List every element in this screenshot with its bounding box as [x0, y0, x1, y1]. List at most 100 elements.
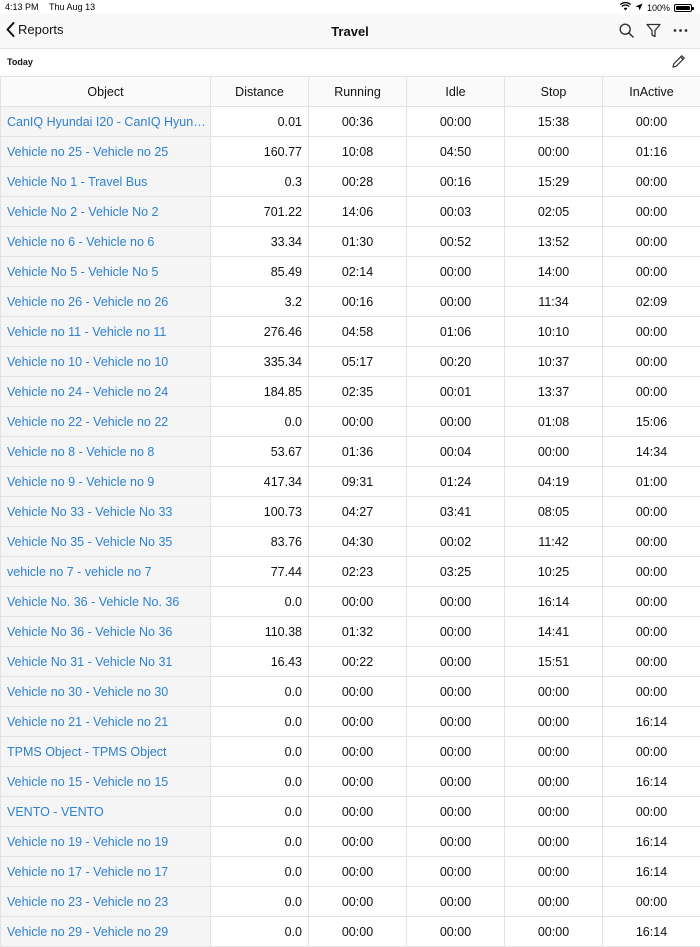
object-cell[interactable]: Vehicle no 10 - Vehicle no 10	[1, 347, 211, 377]
running-cell: 00:00	[309, 887, 407, 917]
object-cell[interactable]: Vehicle No 33 - Vehicle No 33	[1, 497, 211, 527]
column-header-idle[interactable]: Idle	[407, 77, 505, 107]
running-cell: 02:14	[309, 257, 407, 287]
table-row[interactable]: Vehicle no 23 - Vehicle no 230.000:0000:…	[1, 887, 700, 917]
distance-cell: 0.0	[211, 677, 309, 707]
idle-cell: 00:01	[407, 377, 505, 407]
inactive-cell: 00:00	[603, 557, 700, 587]
object-cell[interactable]: Vehicle No 35 - Vehicle No 35	[1, 527, 211, 557]
distance-cell: 276.46	[211, 317, 309, 347]
stop-cell: 16:14	[505, 587, 603, 617]
object-cell[interactable]: Vehicle no 24 - Vehicle no 24	[1, 377, 211, 407]
table-row[interactable]: Vehicle No. 36 - Vehicle No. 360.000:000…	[1, 587, 700, 617]
distance-cell: 33.34	[211, 227, 309, 257]
object-cell[interactable]: VENTO - VENTO	[1, 797, 211, 827]
running-cell: 02:23	[309, 557, 407, 587]
inactive-cell: 00:00	[603, 317, 700, 347]
idle-cell: 01:24	[407, 467, 505, 497]
running-cell: 09:31	[309, 467, 407, 497]
table-row[interactable]: VENTO - VENTO0.000:0000:0000:0000:00	[1, 797, 700, 827]
running-cell: 02:35	[309, 377, 407, 407]
table-row[interactable]: Vehicle No 5 - Vehicle No 585.4902:1400:…	[1, 257, 700, 287]
search-icon[interactable]	[619, 23, 634, 38]
object-cell[interactable]: CanIQ Hyundai I20 - CanIQ Hyundai I20	[1, 107, 211, 137]
object-cell[interactable]: TPMS Object - TPMS Object	[1, 737, 211, 767]
object-cell[interactable]: Vehicle no 15 - Vehicle no 15	[1, 767, 211, 797]
idle-cell: 00:00	[407, 287, 505, 317]
distance-cell: 0.0	[211, 857, 309, 887]
stop-cell: 15:38	[505, 107, 603, 137]
stop-cell: 00:00	[505, 437, 603, 467]
table-row[interactable]: vehicle no 7 - vehicle no 777.4402:2303:…	[1, 557, 700, 587]
object-cell[interactable]: Vehicle no 8 - Vehicle no 8	[1, 437, 211, 467]
inactive-cell: 16:14	[603, 917, 700, 947]
period-label: Today	[7, 57, 33, 67]
table-row[interactable]: Vehicle No 2 - Vehicle No 2701.2214:0600…	[1, 197, 700, 227]
table-row[interactable]: Vehicle no 15 - Vehicle no 150.000:0000:…	[1, 767, 700, 797]
object-cell[interactable]: Vehicle no 30 - Vehicle no 30	[1, 677, 211, 707]
stop-cell: 13:37	[505, 377, 603, 407]
column-header-running[interactable]: Running	[309, 77, 407, 107]
table-row[interactable]: Vehicle no 8 - Vehicle no 853.6701:3600:…	[1, 437, 700, 467]
table-row[interactable]: Vehicle No 1 - Travel Bus0.300:2800:1615…	[1, 167, 700, 197]
table-row[interactable]: Vehicle no 29 - Vehicle no 290.000:0000:…	[1, 917, 700, 947]
object-cell[interactable]: Vehicle no 23 - Vehicle no 23	[1, 887, 211, 917]
object-cell[interactable]: Vehicle no 11 - Vehicle no 11	[1, 317, 211, 347]
table-row[interactable]: Vehicle no 24 - Vehicle no 24184.8502:35…	[1, 377, 700, 407]
object-cell[interactable]: Vehicle No 2 - Vehicle No 2	[1, 197, 211, 227]
running-cell: 00:00	[309, 827, 407, 857]
object-cell[interactable]: Vehicle No 1 - Travel Bus	[1, 167, 211, 197]
distance-cell: 0.0	[211, 917, 309, 947]
table-row[interactable]: Vehicle no 30 - Vehicle no 300.000:0000:…	[1, 677, 700, 707]
object-cell[interactable]: Vehicle no 25 - Vehicle no 25	[1, 137, 211, 167]
table-row[interactable]: Vehicle no 17 - Vehicle no 170.000:0000:…	[1, 857, 700, 887]
table-row[interactable]: TPMS Object - TPMS Object0.000:0000:0000…	[1, 737, 700, 767]
table-row[interactable]: Vehicle No 35 - Vehicle No 3583.7604:300…	[1, 527, 700, 557]
table-row[interactable]: Vehicle no 11 - Vehicle no 11276.4604:58…	[1, 317, 700, 347]
object-cell[interactable]: Vehicle no 29 - Vehicle no 29	[1, 917, 211, 947]
column-header-inactive[interactable]: InActive	[603, 77, 700, 107]
status-right: 100%	[620, 2, 692, 13]
stop-cell: 00:00	[505, 137, 603, 167]
table-row[interactable]: Vehicle no 19 - Vehicle no 190.000:0000:…	[1, 827, 700, 857]
inactive-cell: 00:00	[603, 257, 700, 287]
pencil-edit-icon[interactable]	[671, 54, 686, 74]
more-options-icon[interactable]	[673, 23, 688, 38]
object-cell[interactable]: Vehicle no 26 - Vehicle no 26	[1, 287, 211, 317]
table-row[interactable]: Vehicle No 31 - Vehicle No 3116.4300:220…	[1, 647, 700, 677]
running-cell: 14:06	[309, 197, 407, 227]
inactive-cell: 16:14	[603, 767, 700, 797]
battery-fill	[676, 6, 690, 10]
table-row[interactable]: Vehicle No 33 - Vehicle No 33100.7304:27…	[1, 497, 700, 527]
table-row[interactable]: Vehicle no 6 - Vehicle no 633.3401:3000:…	[1, 227, 700, 257]
object-cell[interactable]: Vehicle no 6 - Vehicle no 6	[1, 227, 211, 257]
filter-icon[interactable]	[646, 23, 661, 38]
object-cell[interactable]: vehicle no 7 - vehicle no 7	[1, 557, 211, 587]
table-row[interactable]: Vehicle no 21 - Vehicle no 210.000:0000:…	[1, 707, 700, 737]
idle-cell: 00:00	[407, 917, 505, 947]
object-cell[interactable]: Vehicle no 22 - Vehicle no 22	[1, 407, 211, 437]
stop-cell: 00:00	[505, 677, 603, 707]
column-header-object[interactable]: Object	[1, 77, 211, 107]
distance-cell: 335.34	[211, 347, 309, 377]
column-header-stop[interactable]: Stop	[505, 77, 603, 107]
table-row[interactable]: Vehicle no 9 - Vehicle no 9417.3409:3101…	[1, 467, 700, 497]
inactive-cell: 15:06	[603, 407, 700, 437]
object-cell[interactable]: Vehicle No 31 - Vehicle No 31	[1, 647, 211, 677]
table-row[interactable]: CanIQ Hyundai I20 - CanIQ Hyundai I200.0…	[1, 107, 700, 137]
object-cell[interactable]: Vehicle no 19 - Vehicle no 19	[1, 827, 211, 857]
table-row[interactable]: Vehicle No 36 - Vehicle No 36110.3801:32…	[1, 617, 700, 647]
table-row[interactable]: Vehicle no 25 - Vehicle no 25160.7710:08…	[1, 137, 700, 167]
object-cell[interactable]: Vehicle no 17 - Vehicle no 17	[1, 857, 211, 887]
table-row[interactable]: Vehicle no 22 - Vehicle no 220.000:0000:…	[1, 407, 700, 437]
column-header-distance[interactable]: Distance	[211, 77, 309, 107]
object-cell[interactable]: Vehicle no 21 - Vehicle no 21	[1, 707, 211, 737]
stop-cell: 10:10	[505, 317, 603, 347]
object-cell[interactable]: Vehicle no 9 - Vehicle no 9	[1, 467, 211, 497]
object-cell[interactable]: Vehicle No. 36 - Vehicle No. 36	[1, 587, 211, 617]
object-cell[interactable]: Vehicle No 5 - Vehicle No 5	[1, 257, 211, 287]
table-row[interactable]: Vehicle no 26 - Vehicle no 263.200:1600:…	[1, 287, 700, 317]
idle-cell: 00:52	[407, 227, 505, 257]
table-row[interactable]: Vehicle no 10 - Vehicle no 10335.3405:17…	[1, 347, 700, 377]
object-cell[interactable]: Vehicle No 36 - Vehicle No 36	[1, 617, 211, 647]
